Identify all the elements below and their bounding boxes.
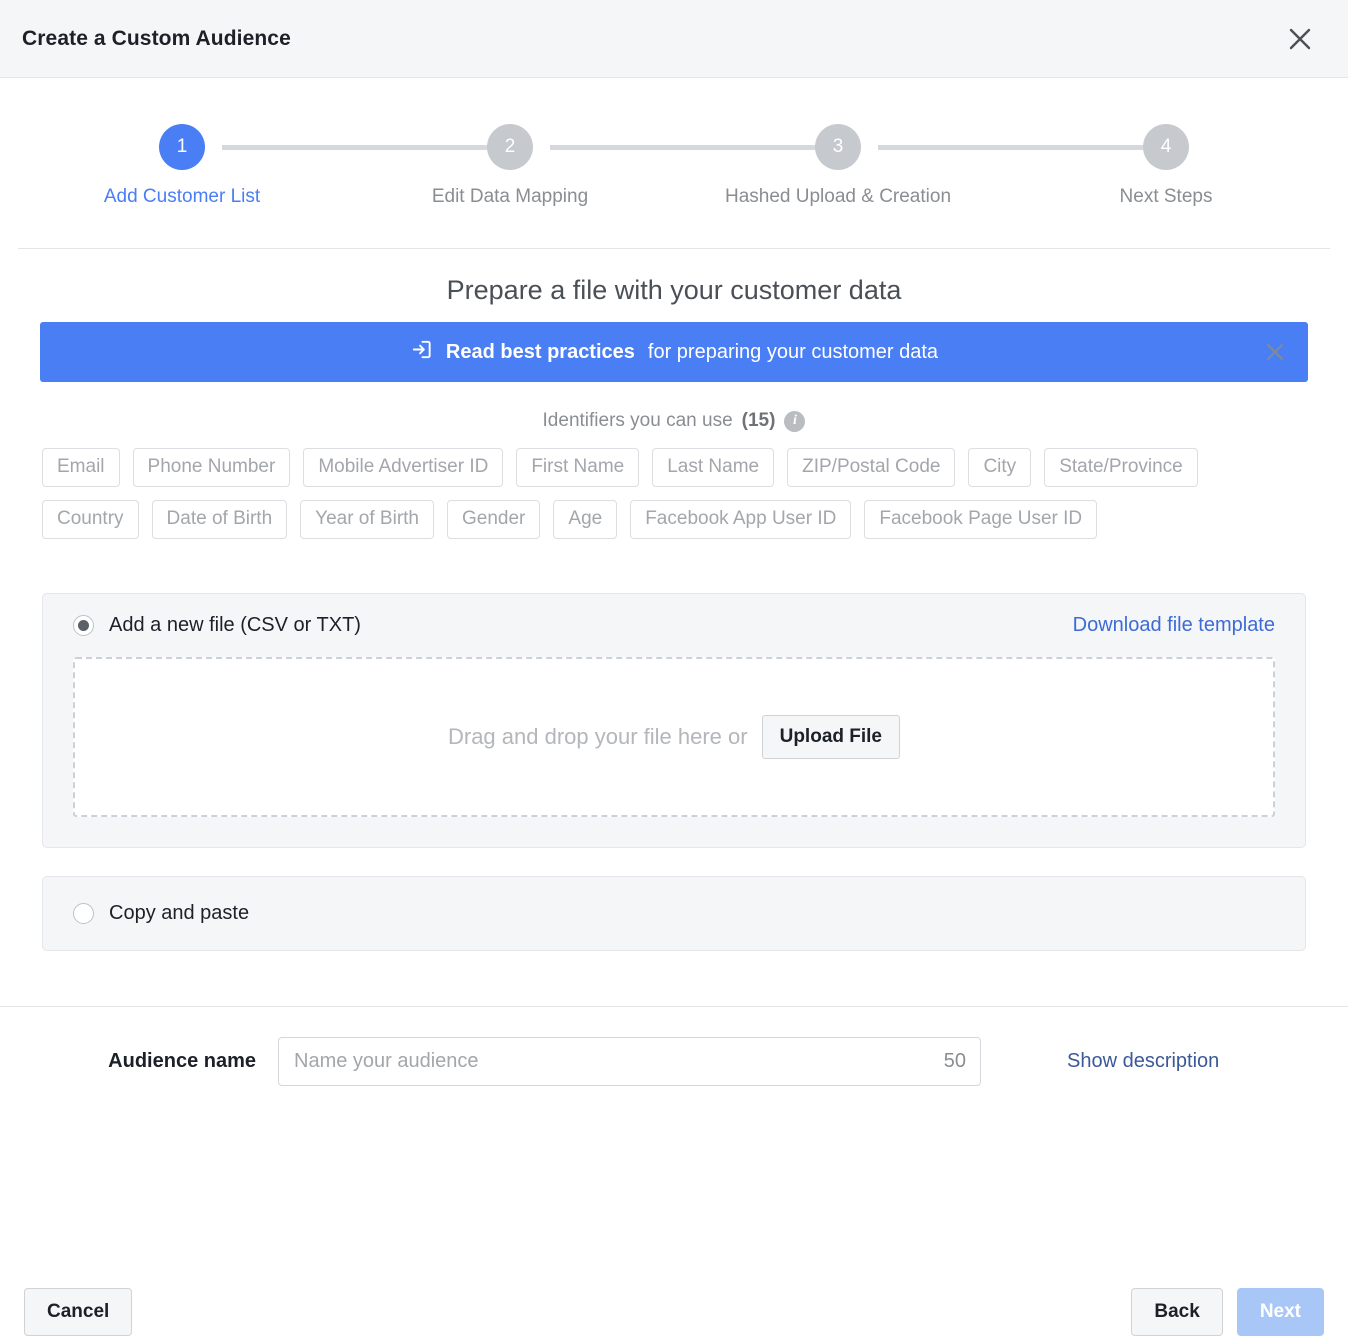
- stepper: 1 Add Customer List 2 Edit Data Mapping …: [18, 78, 1330, 249]
- close-icon: [1287, 26, 1313, 52]
- step-2-label: Edit Data Mapping: [432, 186, 588, 208]
- dialog-title: Create a Custom Audience: [22, 27, 291, 51]
- cancel-button[interactable]: Cancel: [24, 1288, 132, 1336]
- audience-name-row: Audience name 50 Show description: [0, 1007, 1348, 1086]
- upload-file-button[interactable]: Upload File: [762, 715, 900, 759]
- step-1-number: 1: [159, 124, 205, 170]
- identifier-chip: State/Province: [1044, 448, 1198, 487]
- close-dialog-button[interactable]: [1278, 17, 1322, 61]
- back-button[interactable]: Back: [1131, 1288, 1222, 1336]
- identifier-chip: Facebook Page User ID: [864, 500, 1097, 539]
- identifiers-count: (15): [742, 410, 776, 432]
- step-1-label: Add Customer List: [104, 186, 260, 208]
- identifier-chip: ZIP/Postal Code: [787, 448, 955, 487]
- next-button[interactable]: Next: [1237, 1288, 1324, 1336]
- identifier-chip: Date of Birth: [152, 500, 288, 539]
- dialog-body: Prepare a file with your customer data R…: [0, 275, 1348, 951]
- identifier-chip: Facebook App User ID: [630, 500, 851, 539]
- identifiers-heading-text: Identifiers you can use: [543, 410, 733, 432]
- step-3-hashed-upload-creation[interactable]: 3 Hashed Upload & Creation: [674, 124, 1002, 208]
- identifier-chip: Age: [553, 500, 617, 539]
- audience-name-label: Audience name: [22, 1050, 278, 1073]
- identifier-chip: City: [968, 448, 1031, 487]
- page-title: Prepare a file with your customer data: [20, 275, 1328, 306]
- identifier-chip: First Name: [516, 448, 639, 487]
- identifier-chip: Phone Number: [133, 448, 291, 487]
- identifier-chip-list: Email Phone Number Mobile Advertiser ID …: [20, 448, 1240, 539]
- dialog-actions: Cancel Back Next: [0, 1288, 1348, 1336]
- step-1-add-customer-list[interactable]: 1 Add Customer List: [18, 124, 346, 208]
- step-3-label: Hashed Upload & Creation: [725, 186, 951, 208]
- character-limit-counter: 50: [944, 1050, 966, 1073]
- add-new-file-radio[interactable]: [73, 615, 94, 636]
- dialog-header: Create a Custom Audience: [0, 0, 1348, 78]
- identifier-chip: Gender: [447, 500, 540, 539]
- show-description-link[interactable]: Show description: [1067, 1050, 1219, 1073]
- info-icon[interactable]: i: [784, 411, 805, 432]
- identifier-chip: Mobile Advertiser ID: [303, 448, 503, 487]
- sign-in-icon: [410, 338, 433, 367]
- identifier-chip: Email: [42, 448, 120, 487]
- identifier-chip: Country: [42, 500, 139, 539]
- step-4-label: Next Steps: [1120, 186, 1213, 208]
- copy-and-paste-radio[interactable]: [73, 903, 94, 924]
- banner-strong-text: Read best practices: [446, 341, 635, 364]
- step-3-number: 3: [815, 124, 861, 170]
- step-4-number: 4: [1143, 124, 1189, 170]
- step-connector-1-2: [222, 145, 524, 150]
- dropzone-text: Drag and drop your file here or: [448, 724, 748, 750]
- copy-and-paste-option[interactable]: Copy and paste: [73, 902, 1275, 925]
- identifiers-heading: Identifiers you can use (15) i: [20, 410, 1328, 432]
- step-4-next-steps[interactable]: 4 Next Steps: [1002, 124, 1330, 208]
- step-2-number: 2: [487, 124, 533, 170]
- download-file-template-link[interactable]: Download file template: [1073, 614, 1275, 637]
- add-new-file-option[interactable]: Add a new file (CSV or TXT): [73, 614, 361, 637]
- add-new-file-label: Add a new file (CSV or TXT): [109, 614, 361, 637]
- copy-and-paste-card[interactable]: Copy and paste: [42, 876, 1306, 951]
- identifier-chip: Year of Birth: [300, 500, 434, 539]
- step-2-edit-data-mapping[interactable]: 2 Edit Data Mapping: [346, 124, 674, 208]
- add-new-file-card: Add a new file (CSV or TXT) Download fil…: [42, 593, 1306, 848]
- step-connector-3-4: [878, 145, 1180, 150]
- copy-and-paste-label: Copy and paste: [109, 902, 249, 925]
- file-dropzone[interactable]: Drag and drop your file here or Upload F…: [73, 657, 1275, 817]
- best-practices-banner[interactable]: Read best practices for preparing your c…: [40, 322, 1308, 382]
- banner-close-button[interactable]: [1264, 341, 1286, 363]
- step-connector-2-3: [550, 145, 852, 150]
- identifier-chip: Last Name: [652, 448, 774, 487]
- audience-name-field-wrapper[interactable]: 50: [278, 1037, 981, 1086]
- audience-name-input[interactable]: [279, 1038, 980, 1085]
- banner-rest-text: for preparing your customer data: [648, 341, 938, 364]
